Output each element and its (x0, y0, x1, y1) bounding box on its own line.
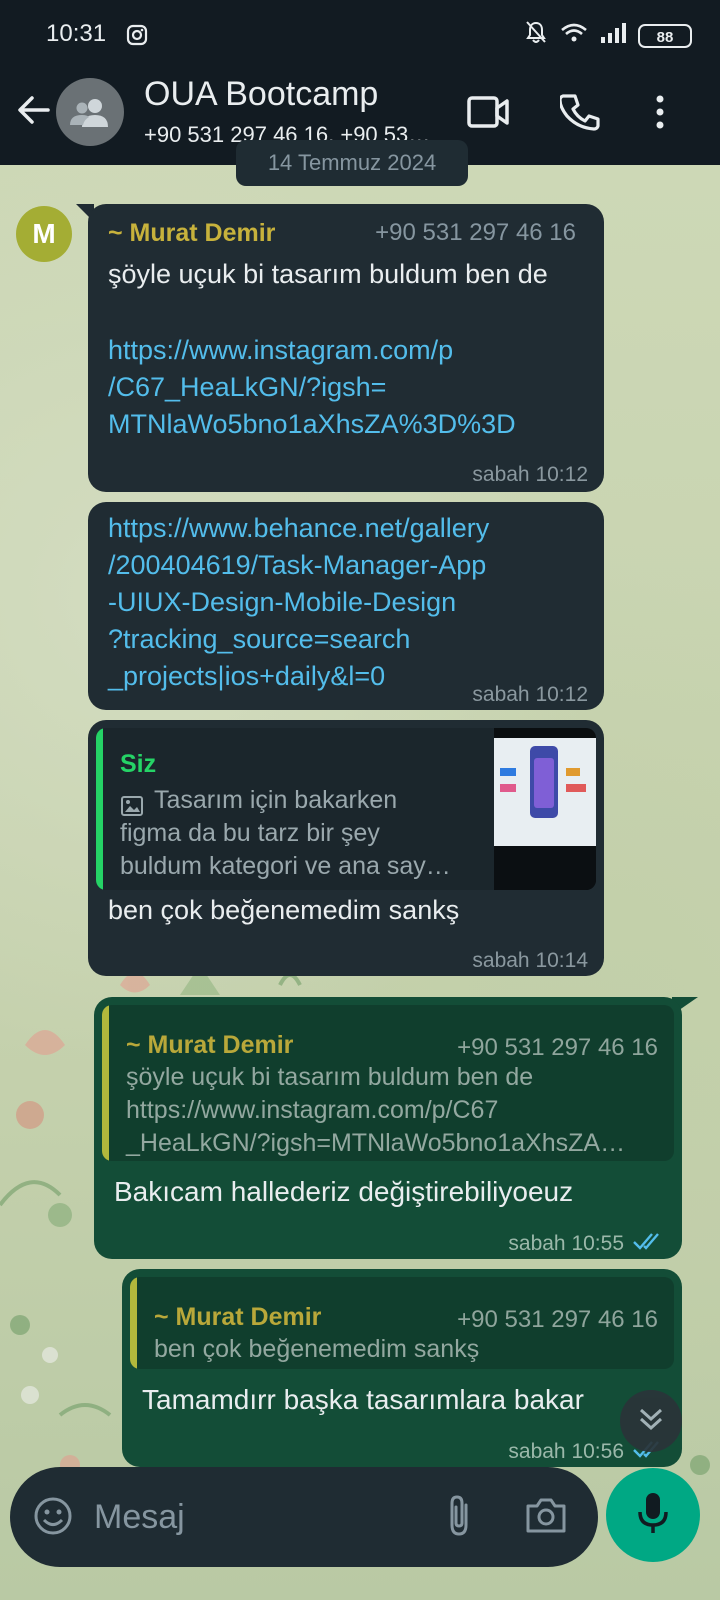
message-link[interactable]: ?tracking_source=search (108, 621, 588, 658)
message-composer[interactable] (10, 1467, 598, 1567)
chat-title[interactable]: OUA Bootcamp (144, 75, 378, 114)
message-time: sabah 10:56 (508, 1440, 624, 1463)
quoted-message[interactable]: ~ Murat Demir +90 531 297 46 16 şöyle uç… (102, 1005, 674, 1161)
quote-bar (130, 1277, 137, 1369)
message-link[interactable]: -UIUX-Design-Mobile-Design (108, 584, 588, 621)
message-link[interactable]: MTNlaWo5bno1aXhsZA%3D%3D (108, 406, 588, 443)
signal-icon (600, 22, 626, 49)
quote-text: ben çok beğenemedim sankş (154, 1335, 480, 1363)
instagram-icon (126, 24, 148, 51)
voice-call-icon[interactable] (558, 92, 600, 137)
mic-button[interactable] (606, 1468, 700, 1562)
scroll-to-bottom-button[interactable] (620, 1390, 682, 1452)
message-input[interactable] (92, 1493, 416, 1541)
emoji-icon[interactable] (32, 1495, 74, 1542)
quoted-message[interactable]: Siz Tasarım için bakarken figma da bu ta… (96, 728, 596, 890)
quoted-message[interactable]: ~ Murat Demir +90 531 297 46 16 ben çok … (130, 1277, 674, 1369)
message-time: sabah 10:12 (472, 683, 588, 706)
status-time: 10:31 (46, 20, 107, 47)
quote-bar (96, 728, 103, 890)
quote-text: Tasarım için bakarken (154, 786, 398, 814)
quote-image-thumbnail (494, 728, 596, 890)
double-check-read-icon (632, 1225, 666, 1262)
quote-sender: ~ Murat Demir (154, 1303, 322, 1331)
quote-text: figma da bu tarz bir şey (120, 819, 380, 847)
message-sender[interactable]: ~ Murat Demir (108, 219, 275, 247)
quote-text: _HeaLkGN/?igsh=MTNlaWo5bno1aXhsZA… (126, 1129, 626, 1157)
camera-icon[interactable] (524, 1495, 568, 1540)
quote-sender: Siz (120, 750, 157, 778)
bell-off-icon (524, 20, 548, 51)
more-vert-icon[interactable] (650, 92, 670, 137)
quote-text: şöyle uçuk bi tasarım buldum ben de (126, 1063, 534, 1091)
mic-icon (635, 1490, 671, 1541)
attach-icon[interactable] (442, 1493, 476, 1544)
double-chevron-down-icon (636, 1404, 666, 1439)
message-time: sabah 10:12 (472, 463, 588, 486)
message-sender-phone: +90 531 297 46 16 (375, 219, 576, 246)
message-time: sabah 10:55 (508, 1232, 624, 1255)
quote-sender-phone: +90 531 297 46 16 (457, 1306, 658, 1333)
message-text: ben çok beğenemedim sankş (108, 895, 460, 925)
back-arrow-icon[interactable] (14, 90, 54, 135)
group-avatar-icon[interactable] (56, 78, 124, 146)
battery-icon: 88 (638, 23, 692, 48)
quote-sender: ~ Murat Demir (126, 1031, 294, 1059)
message-bubble[interactable]: Siz Tasarım için bakarken figma da bu ta… (88, 720, 604, 976)
message-link[interactable]: https://www.behance.net/gallery (108, 510, 588, 547)
avatar[interactable]: M (16, 206, 72, 262)
quote-text: buldum kategori ve ana say… (120, 852, 451, 880)
message-bubble[interactable]: ~ Murat Demir +90 531 297 46 16 ben çok … (122, 1269, 682, 1467)
message-bubble[interactable]: https://www.behance.net/gallery /2004046… (88, 502, 604, 710)
wifi-icon (560, 22, 588, 49)
video-call-icon[interactable] (466, 92, 510, 137)
message-link[interactable]: /C67_HeaLkGN/?igsh= (108, 369, 588, 406)
status-bar: 10:31 88 (0, 0, 720, 70)
quote-text: https://www.instagram.com/p/C67 (126, 1096, 499, 1124)
message-link[interactable]: https://www.instagram.com/p (108, 332, 588, 369)
message-time: sabah 10:14 (472, 949, 588, 972)
message-link[interactable]: /200404619/Task-Manager-App (108, 547, 588, 584)
date-chip: 14 Temmuz 2024 (236, 140, 468, 186)
quote-bar (102, 1005, 109, 1161)
message-text: Bakıcam hallederiz değiştirebiliyoeuz (114, 1176, 574, 1207)
message-text: şöyle uçuk bi tasarım buldum ben de (108, 259, 548, 289)
message-text: Tamamdırr başka tasarımlara bakar (142, 1384, 584, 1415)
message-bubble[interactable]: ~ Murat Demir +90 531 297 46 16 şöyle uç… (88, 204, 604, 492)
message-bubble[interactable]: ~ Murat Demir +90 531 297 46 16 şöyle uç… (94, 997, 682, 1259)
